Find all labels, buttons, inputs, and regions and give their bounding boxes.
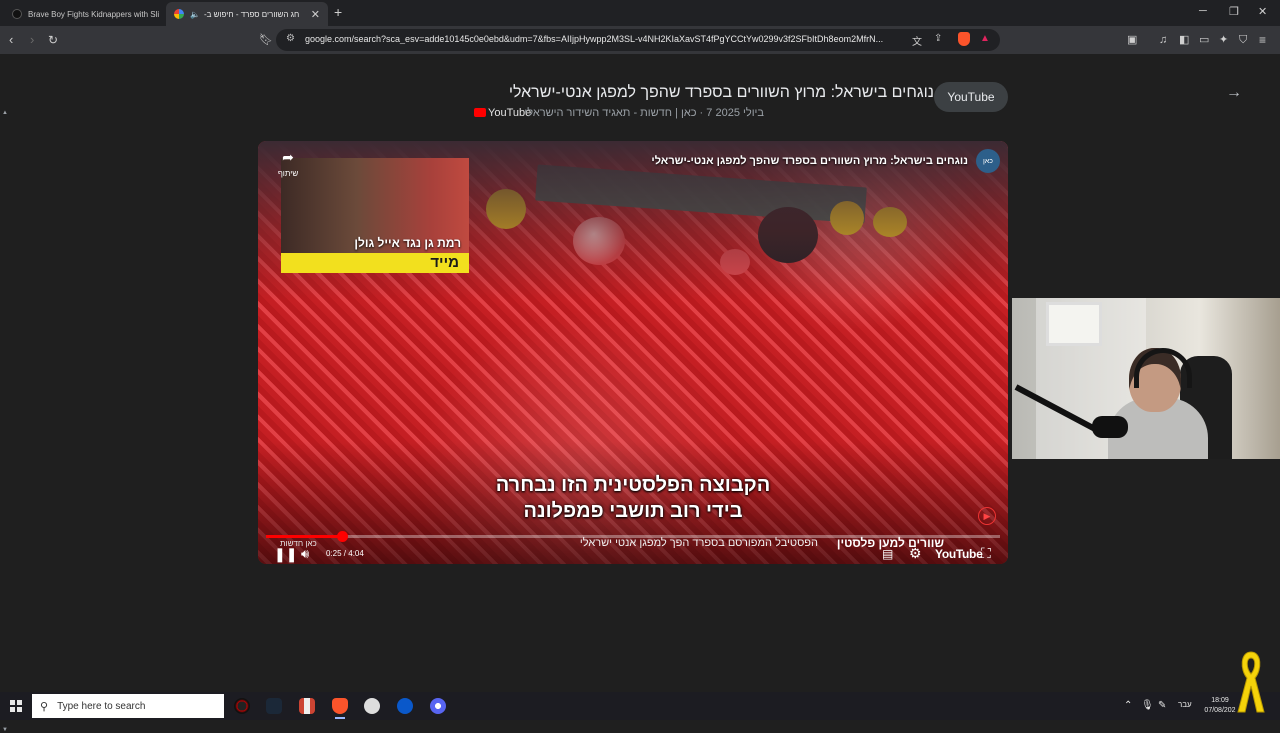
app-icon[interactable] [364,698,380,714]
browser-toolbar: ‹ › ↻ 🔖︎ ⚙︎ google.com/search?sca_esv=ad… [0,26,1280,54]
volume-icon[interactable]: 🔊︎ [301,547,309,561]
video-player[interactable]: רמת גן נגד אייל גולן מייד ➦ שיתוף נוגחים… [258,141,1008,564]
url-text[interactable]: google.com/search?sca_esv=adde10145c0e0e… [305,34,893,44]
input-language[interactable]: עבר [1178,700,1192,709]
reader-mode-icon[interactable]: ▣ [1127,32,1137,48]
youtube-icon [474,108,486,117]
subtitle-line: בידי רוב תושבי פמפלונה [523,500,743,522]
microphone-tray-icon[interactable]: 🎙︎ [1141,700,1154,711]
fullscreen-icon[interactable]: ⛶ [981,546,991,560]
result-source[interactable]: YouTube [474,107,531,119]
taskbar-search[interactable]: ⚲ Type here to search [32,694,224,718]
time-display: 0:25 / 4:04 [326,549,364,558]
app-icon[interactable] [299,698,315,714]
tab-google-search[interactable]: 🔈 חג השוורים ספרד - חיפוש ב- ✕ [166,2,328,26]
player-controls: ❚❚ 🔊︎ 0:25 / 4:04 ▤ ⚙︎ YouTube ⛶ [258,531,1008,564]
ccleaner-icon[interactable] [397,698,413,714]
steam-icon[interactable] [266,698,282,714]
microphone [1092,416,1128,438]
tab-title: חג השוורים ספרד - חיפוש ב- [203,9,300,19]
translate-icon[interactable]: 文 [912,33,922,48]
clock-date: 07/08/202 [1204,707,1236,714]
chat-app-icon[interactable] [430,698,446,714]
share-page-icon[interactable]: ⇪ [934,33,942,44]
close-preview-arrow-icon[interactable]: → [1226,84,1242,102]
result-meta: YouTube ביולי 2025 7 · כאן | חדשות - תאג… [474,107,764,121]
new-tab-icon[interactable]: + [334,4,342,20]
search-icon: ⚲ [40,700,49,713]
back-icon[interactable]: ‹ [9,32,13,48]
media-icon[interactable]: ♫ [1159,32,1167,48]
inset-caption: רמת גן נגד אייל גולן [354,236,461,250]
share-icon[interactable]: ➦ [276,149,300,166]
scroll-down-arrow-icon[interactable]: ▼ [2,727,8,733]
obs-icon[interactable] [234,698,250,714]
visit-youtube-button[interactable]: YouTube [934,82,1008,112]
webcam-window [1046,302,1102,346]
taskbar-search-placeholder: Type here to search [57,700,146,712]
result-title[interactable]: נוגחים בישראל: מרוץ השוורים בספרד שהפך ל… [440,84,934,102]
brave-browser-icon[interactable] [332,698,348,719]
vpn-icon[interactable]: ⛉ [1239,32,1247,48]
progress-bar[interactable] [266,531,1000,542]
wallet-icon[interactable]: ▭ [1199,32,1209,48]
scrubber-handle[interactable] [336,531,348,542]
sidebar-icon[interactable]: ◧ [1179,32,1189,48]
minimize-icon[interactable]: ─ [1199,5,1207,17]
subtitle-line: הקבוצה הפלסטינית הזו נבחרה [495,474,771,496]
audio-icon[interactable]: 🔈 [190,10,200,19]
restore-icon[interactable]: ❐ [1229,5,1239,18]
tab-strip: Brave Boy Fights Kidnappers with Sli 🔈 ח… [0,0,1280,26]
inset-flag: מייד [281,253,469,273]
youtube-logo-button[interactable]: YouTube [935,547,983,561]
webcam-overlay [1012,298,1280,459]
settings-gear-icon[interactable]: ⚙︎ [909,546,922,560]
tab-title: Brave Boy Fights Kidnappers with Sli [28,9,160,19]
brave-shields-icon[interactable] [958,32,970,46]
windows-start-icon[interactable] [10,700,22,712]
tab-brave-boy[interactable]: Brave Boy Fights Kidnappers with Sli [4,2,164,26]
pen-tray-icon[interactable]: ✎ [1158,700,1166,711]
yellow-ribbon-icon [1237,651,1265,713]
address-bar[interactable]: ⚙︎ google.com/search?sca_esv=adde10145c0… [276,29,1000,51]
progress-fill [266,535,342,538]
windows-taskbar: ⚲ Type here to search ⌃ 🎙︎ ✎ עבר 18:09 0… [0,692,1280,720]
clock-time: 18:09 [1211,697,1229,704]
result-meta-text: ביולי 2025 7 · כאן | חדשות - תאגיד השידו… [524,107,764,119]
tiktok-icon [12,9,22,19]
site-info-icon[interactable]: ⚙︎ [286,33,295,44]
watch-later-icon[interactable]: ▶ [978,507,996,525]
reload-icon[interactable]: ↻ [48,32,58,48]
menu-icon[interactable]: ≡ [1259,32,1266,48]
subtitles-icon[interactable]: ▤ [882,547,893,561]
share-label: שיתוף [277,169,299,178]
taskbar-clock[interactable]: 18:09 07/08/202 [1200,696,1240,716]
google-icon [174,9,184,19]
leo-ai-icon[interactable]: ✦ [1219,32,1228,48]
close-window-icon[interactable]: ✕ [1258,5,1267,18]
channel-avatar[interactable]: כאן [976,149,1000,173]
brave-rewards-icon[interactable]: ▲ [980,33,990,44]
forward-icon[interactable]: › [30,32,34,48]
scroll-up-arrow-icon[interactable]: ▲ [2,110,8,116]
tray-overflow-icon[interactable]: ⌃ [1124,700,1132,711]
video-overlay-title[interactable]: נוגחים בישראל: מרוץ השוורים בספרד שהפך ל… [651,155,968,167]
pause-icon[interactable]: ❚❚ [274,547,297,561]
bookmark-icon[interactable]: 🔖︎ [259,32,273,48]
close-tab-icon[interactable]: ✕ [311,8,320,21]
